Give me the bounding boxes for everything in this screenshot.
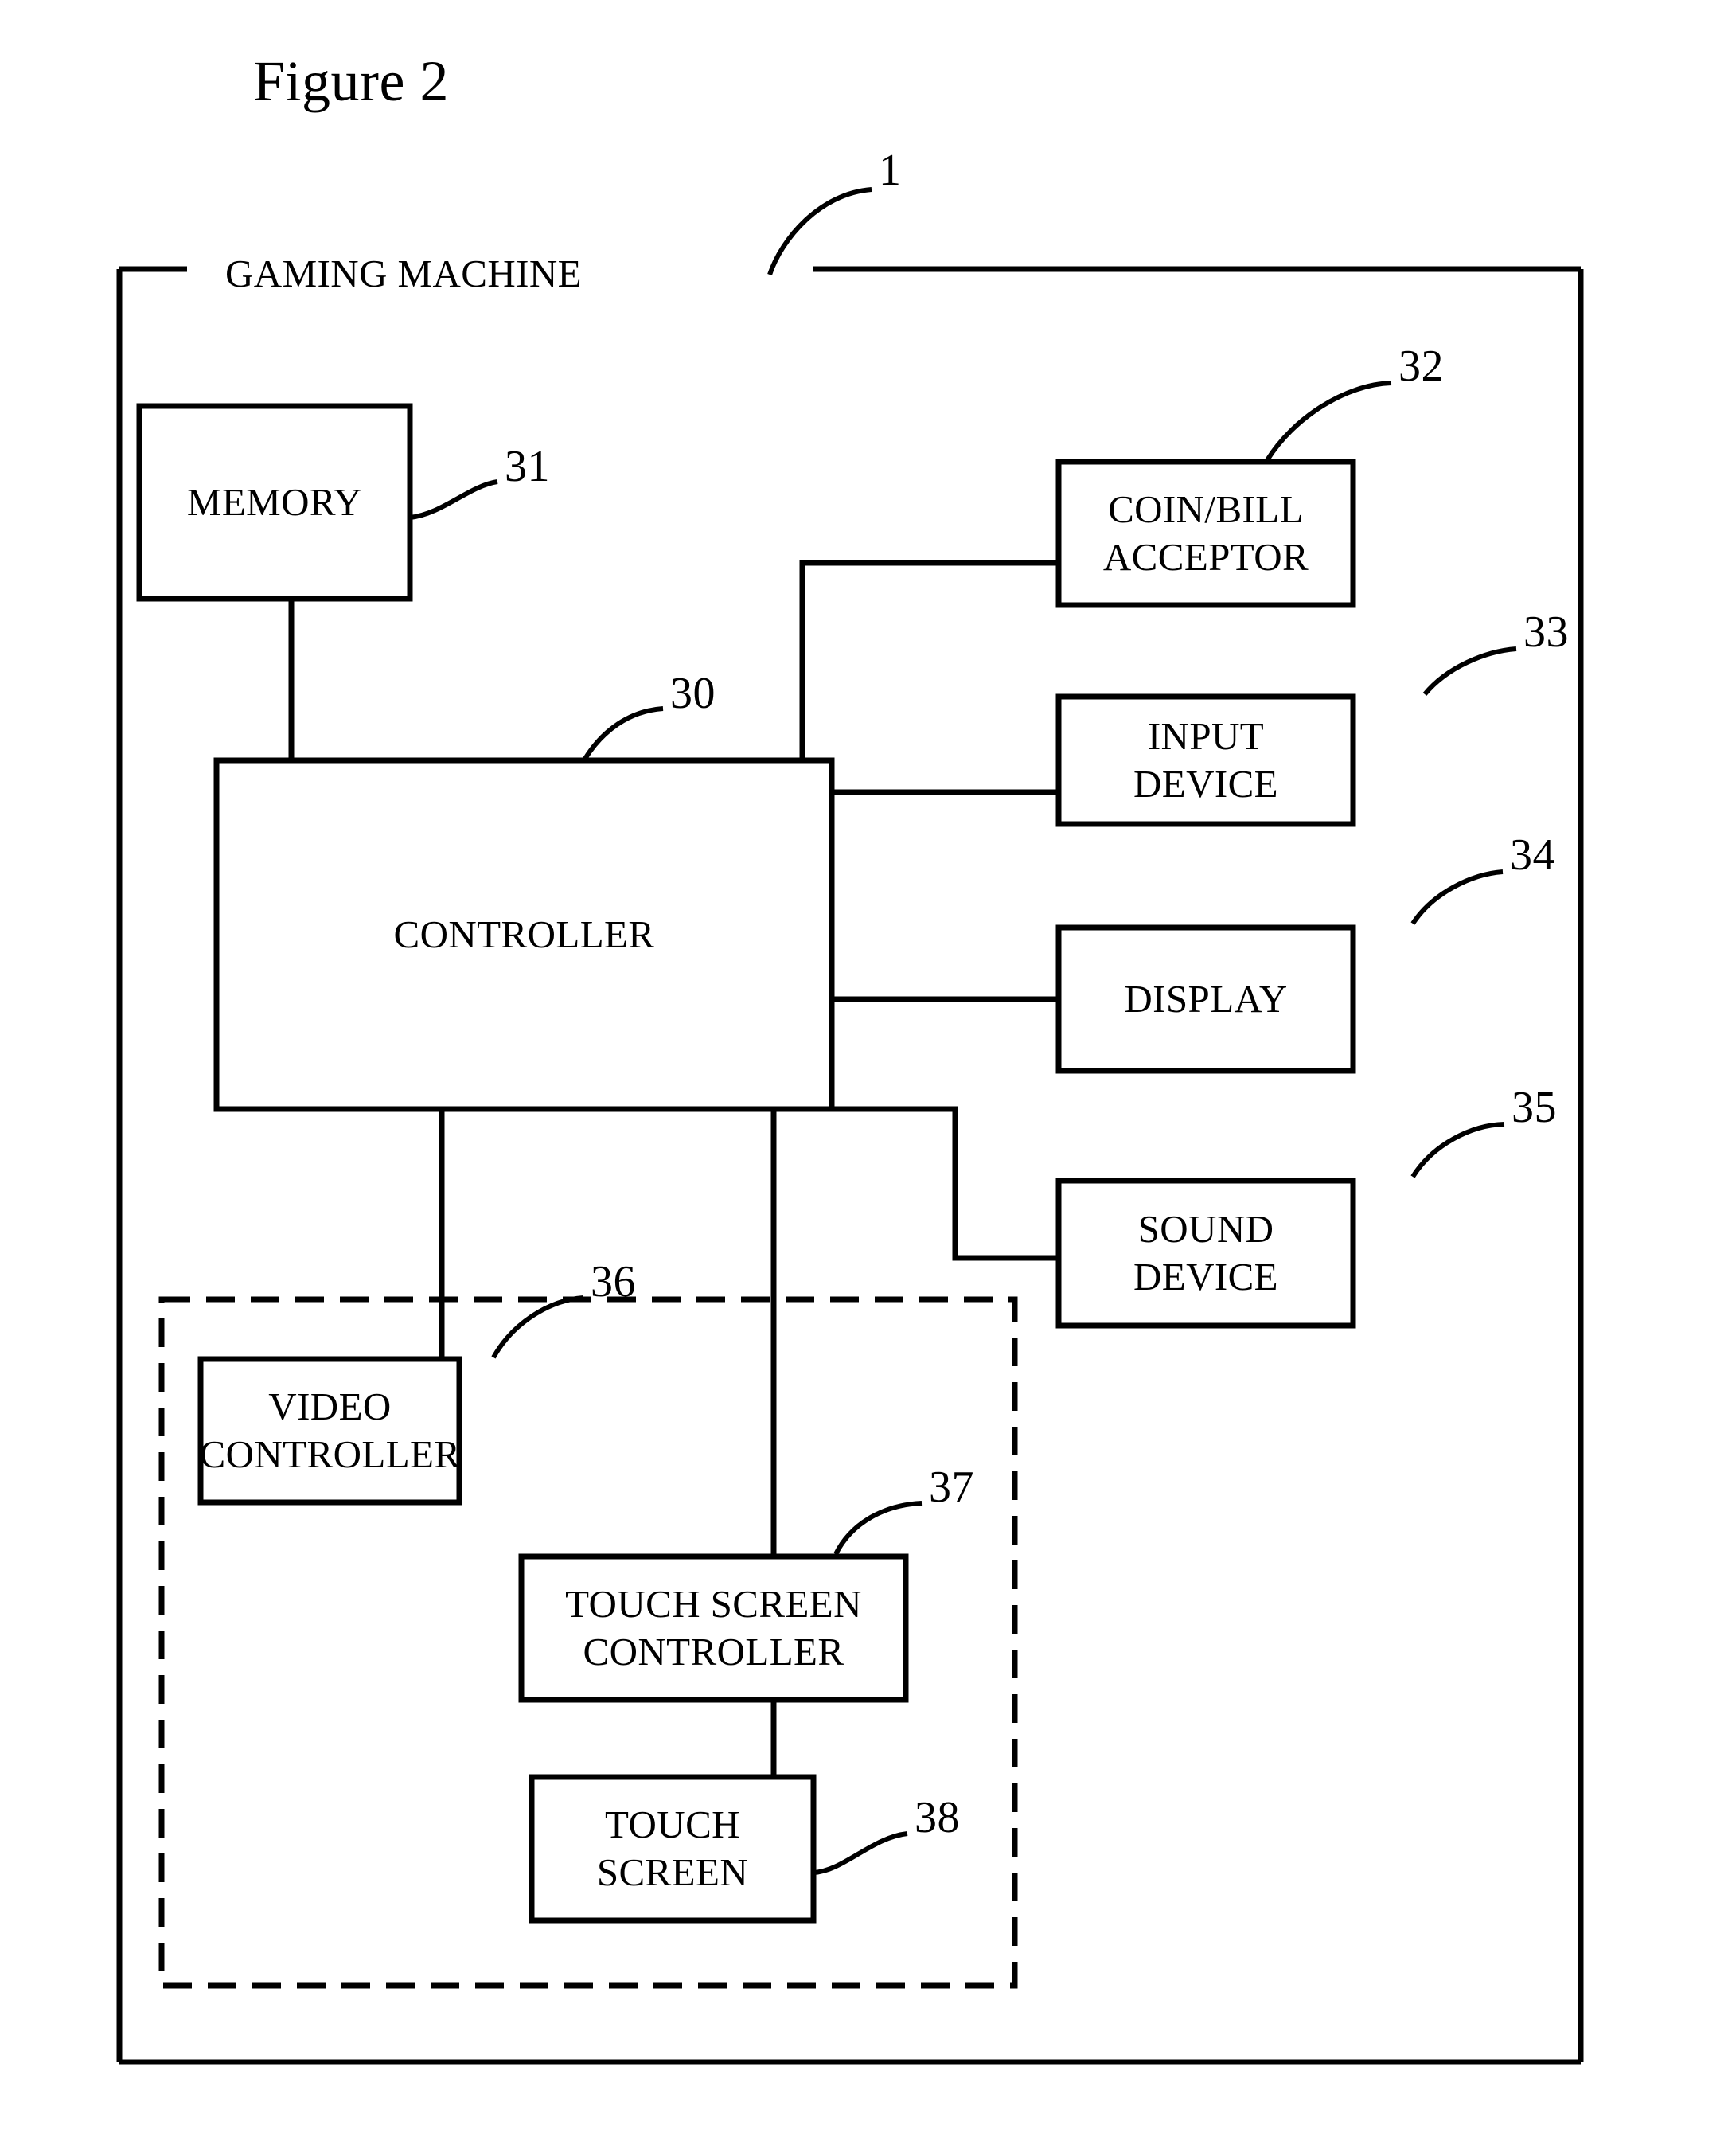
- input-device-box: [1055, 693, 1356, 827]
- connector-controller-coinbill: [799, 560, 1059, 760]
- reference-numeral-34: 34: [1510, 830, 1555, 880]
- component-boxes: [136, 403, 1356, 1924]
- lead-line-33: [1422, 646, 1517, 696]
- memory-box: [136, 403, 413, 602]
- lead-line-34: [1410, 869, 1504, 925]
- reference-numeral-37: 37: [929, 1463, 974, 1512]
- lead-line-35: [1410, 1122, 1505, 1178]
- reference-numeral-32: 32: [1398, 342, 1444, 391]
- sound-device-box: [1055, 1178, 1356, 1329]
- lead-line-36: [491, 1295, 584, 1359]
- reference-numeral-30: 30: [670, 669, 716, 718]
- lead-line-32: [1265, 381, 1392, 462]
- touch-screen-controller-box: [518, 1553, 909, 1703]
- reference-numeral-38: 38: [915, 1793, 960, 1842]
- figure-title: Figure 2: [253, 49, 449, 113]
- lead-line-38: [813, 1831, 908, 1875]
- lead-line-30: [583, 706, 664, 760]
- lead-line-1: [767, 187, 872, 275]
- gaming-machine-label: GAMING MACHINE: [225, 252, 582, 295]
- coin-bill-acceptor-box: [1055, 459, 1356, 608]
- patent-figure: Figure 2 GAMING MACHINE MEMORY CONTROLLE…: [0, 0, 1728, 2156]
- touch-screen-box: [529, 1774, 817, 1924]
- reference-numeral-33: 33: [1523, 607, 1569, 657]
- controller-box: [213, 757, 835, 1112]
- reference-numeral-1: 1: [879, 146, 902, 195]
- lead-line-31: [409, 479, 498, 520]
- reference-numeral-31: 31: [505, 442, 550, 491]
- reference-numeral-35: 35: [1512, 1083, 1557, 1132]
- reference-numeral-36: 36: [591, 1257, 636, 1306]
- lead-line-37: [833, 1501, 923, 1556]
- connector-controller-sound: [832, 1106, 1059, 1261]
- display-box: [1055, 924, 1356, 1074]
- video-controller-box: [197, 1356, 462, 1506]
- diagram-linework: [116, 187, 1584, 2065]
